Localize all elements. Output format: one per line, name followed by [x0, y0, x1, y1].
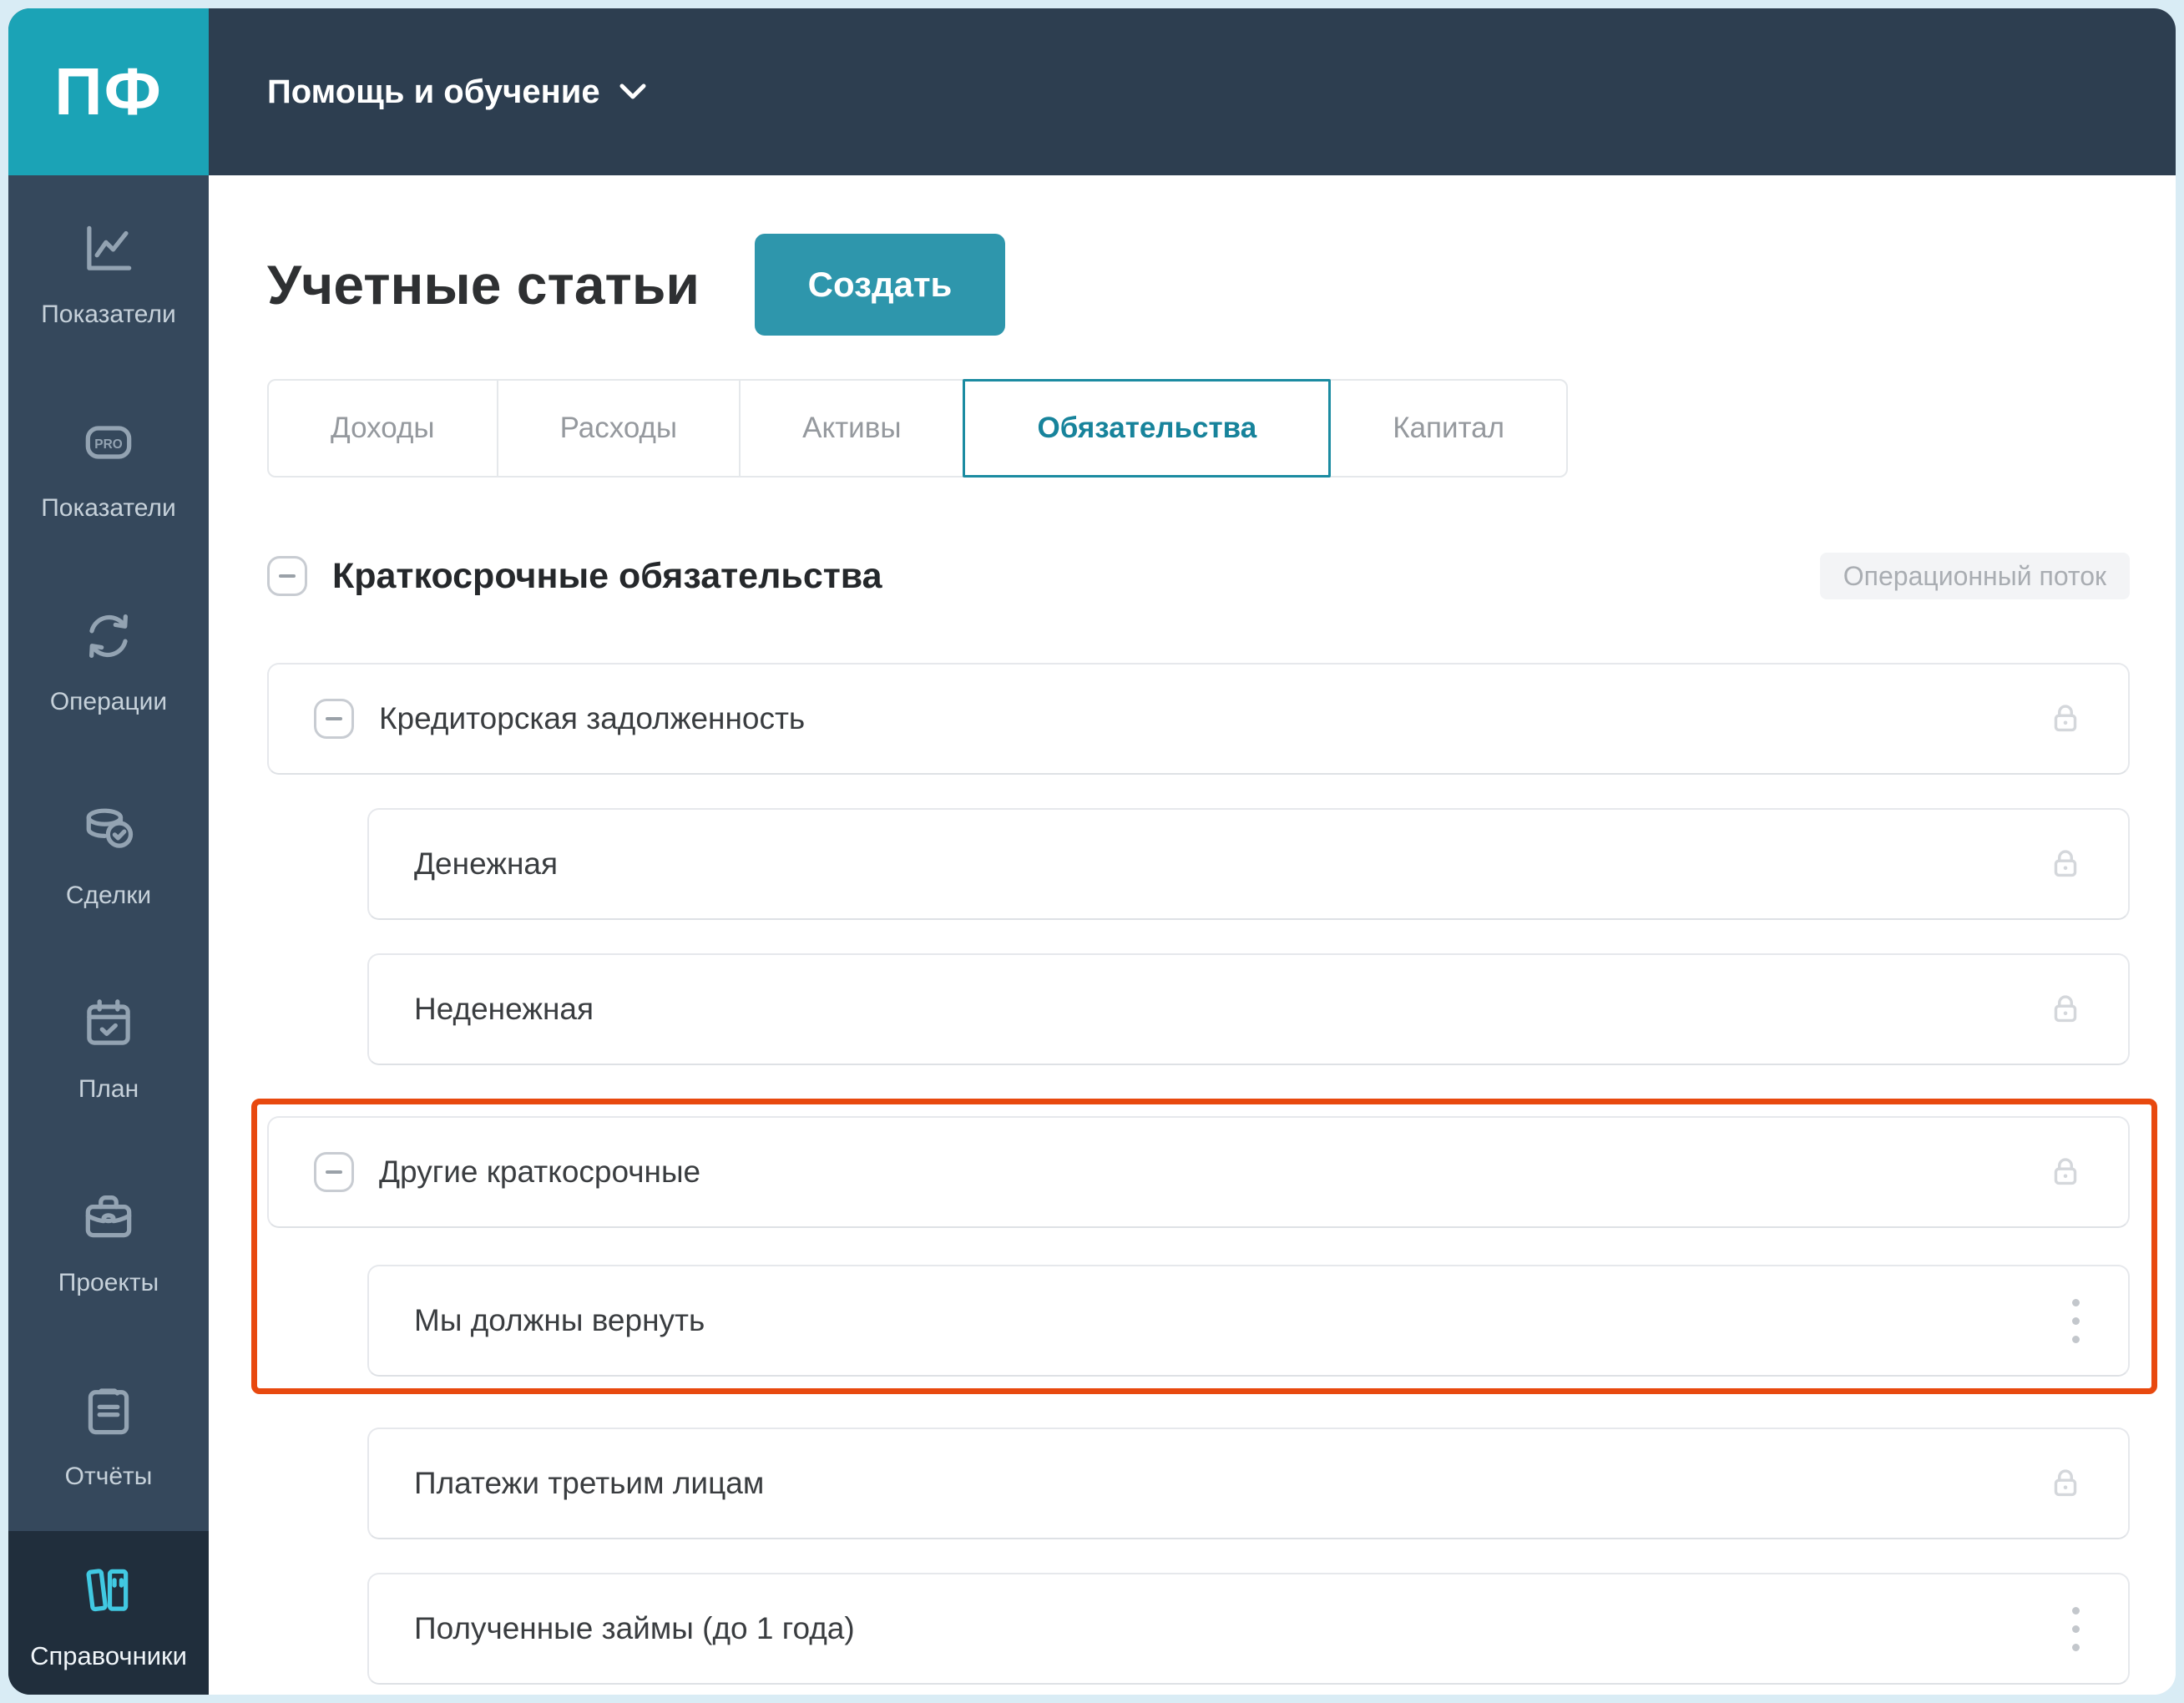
- row-label: Денежная: [414, 846, 559, 881]
- tab-dohody[interactable]: Доходы: [267, 379, 498, 478]
- flow-type-badge: Операционный поток: [1819, 553, 2130, 599]
- kebab-menu-icon[interactable]: [2067, 1294, 2085, 1348]
- sidebar-item-spravochniki[interactable]: Справочники: [8, 1531, 209, 1695]
- row-platezhi-tretim-licam[interactable]: Платежи третьим лицам: [367, 1428, 2130, 1539]
- create-button[interactable]: Создать: [755, 234, 1006, 336]
- pro-badge-icon: PRO: [77, 411, 140, 474]
- app-logo-text: ПФ: [54, 54, 163, 129]
- collapse-minus-icon[interactable]: [314, 1152, 354, 1192]
- books-icon: [77, 1558, 140, 1621]
- main-content: Учетные статьи Создать Доходы Расходы Ак…: [209, 175, 2176, 1695]
- account-rows: Кредиторская задолженность Денежная Неде…: [251, 663, 2157, 1685]
- tab-aktivy[interactable]: Активы: [739, 379, 965, 478]
- page-title: Учетные статьи: [267, 253, 700, 316]
- sidebar-item-label: Проекты: [58, 1269, 159, 1296]
- sidebar-item-proekty[interactable]: Проекты: [8, 1144, 209, 1337]
- lock-icon: [2046, 845, 2085, 883]
- sidebar-item-pokazateli[interactable]: Показатели: [8, 175, 209, 369]
- lock-icon: [2046, 990, 2085, 1028]
- sidebar-item-label: Показатели: [41, 301, 176, 328]
- sidebar-item-pokazateli-pro[interactable]: PRO Показатели: [8, 369, 209, 563]
- section-title: Краткосрочные обязательства: [332, 555, 882, 596]
- sidebar-item-label: План: [78, 1075, 139, 1103]
- lock-icon: [2046, 700, 2085, 738]
- title-row: Учетные статьи Создать: [267, 234, 2130, 336]
- collapse-minus-icon[interactable]: [267, 556, 307, 596]
- kebab-menu-icon[interactable]: [2067, 1602, 2085, 1656]
- lock-icon: [2046, 1153, 2085, 1191]
- row-creditor-debt[interactable]: Кредиторская задолженность: [267, 663, 2130, 775]
- sidebar-item-label: Показатели: [41, 494, 176, 522]
- line-chart-icon: [77, 217, 140, 280]
- clipboard-icon: [77, 1379, 140, 1443]
- section-header: Краткосрочные обязательства Операционный…: [267, 549, 2130, 603]
- lock-icon: [2046, 1464, 2085, 1503]
- sidebar-item-label: Справочники: [30, 1640, 187, 1670]
- help-menu-label: Помощь и обучение: [267, 73, 600, 110]
- row-my-dolzhny-vernut[interactable]: Мы должны вернуть: [367, 1265, 2130, 1377]
- sidebar-item-operacii[interactable]: Операции: [8, 563, 209, 756]
- chevron-down-icon: [619, 83, 646, 99]
- sidebar-item-label: Операции: [49, 688, 168, 715]
- sidebar-item-label: Отчёты: [64, 1463, 153, 1490]
- top-bar: Помощь и обучение: [8, 8, 2176, 175]
- app-window: Помощь и обучение ПФ Показатели PRO Пока…: [8, 8, 2176, 1695]
- help-menu[interactable]: Помощь и обучение: [267, 73, 647, 111]
- tab-obyazatelstva[interactable]: Обязательства: [963, 379, 1332, 478]
- row-label: Другие краткосрочные: [379, 1155, 701, 1189]
- row-nedenezhnaya[interactable]: Неденежная: [367, 953, 2130, 1065]
- app-logo[interactable]: ПФ: [8, 8, 209, 175]
- sidebar-item-sdelki[interactable]: Сделки: [8, 756, 209, 950]
- calendar-check-icon: [77, 992, 140, 1055]
- row-drugie-kratkosrochnye[interactable]: Другие краткосрочные: [267, 1116, 2130, 1228]
- row-label: Платежи третьим лицам: [414, 1466, 765, 1500]
- coins-check-icon: [77, 798, 140, 862]
- category-tabs: Доходы Расходы Активы Обязательства Капи…: [267, 379, 2130, 478]
- sidebar-item-otchety[interactable]: Отчёты: [8, 1337, 209, 1531]
- sidebar-item-plan[interactable]: План: [8, 950, 209, 1144]
- row-denezhnaya[interactable]: Денежная: [367, 808, 2130, 920]
- sidebar: Показатели PRO Показатели Операции Сделк…: [8, 175, 209, 1695]
- tab-kapital[interactable]: Капитал: [1329, 379, 1569, 478]
- collapse-minus-icon[interactable]: [314, 699, 354, 739]
- highlight-group: Другие краткосрочные Мы должны вернуть: [251, 1099, 2157, 1394]
- tab-rashody[interactable]: Расходы: [496, 379, 741, 478]
- row-label: Мы должны вернуть: [414, 1303, 705, 1337]
- row-poluchennye-zaymy[interactable]: Полученные займы (до 1 года): [367, 1573, 2130, 1685]
- briefcase-icon: [77, 1185, 140, 1249]
- row-label: Кредиторская задолженность: [379, 701, 806, 735]
- row-label: Полученные займы (до 1 года): [414, 1611, 855, 1645]
- row-label: Неденежная: [414, 992, 594, 1026]
- svg-text:PRO: PRO: [94, 437, 122, 452]
- sidebar-item-label: Сделки: [65, 882, 152, 909]
- sync-arrows-icon: [77, 604, 140, 668]
